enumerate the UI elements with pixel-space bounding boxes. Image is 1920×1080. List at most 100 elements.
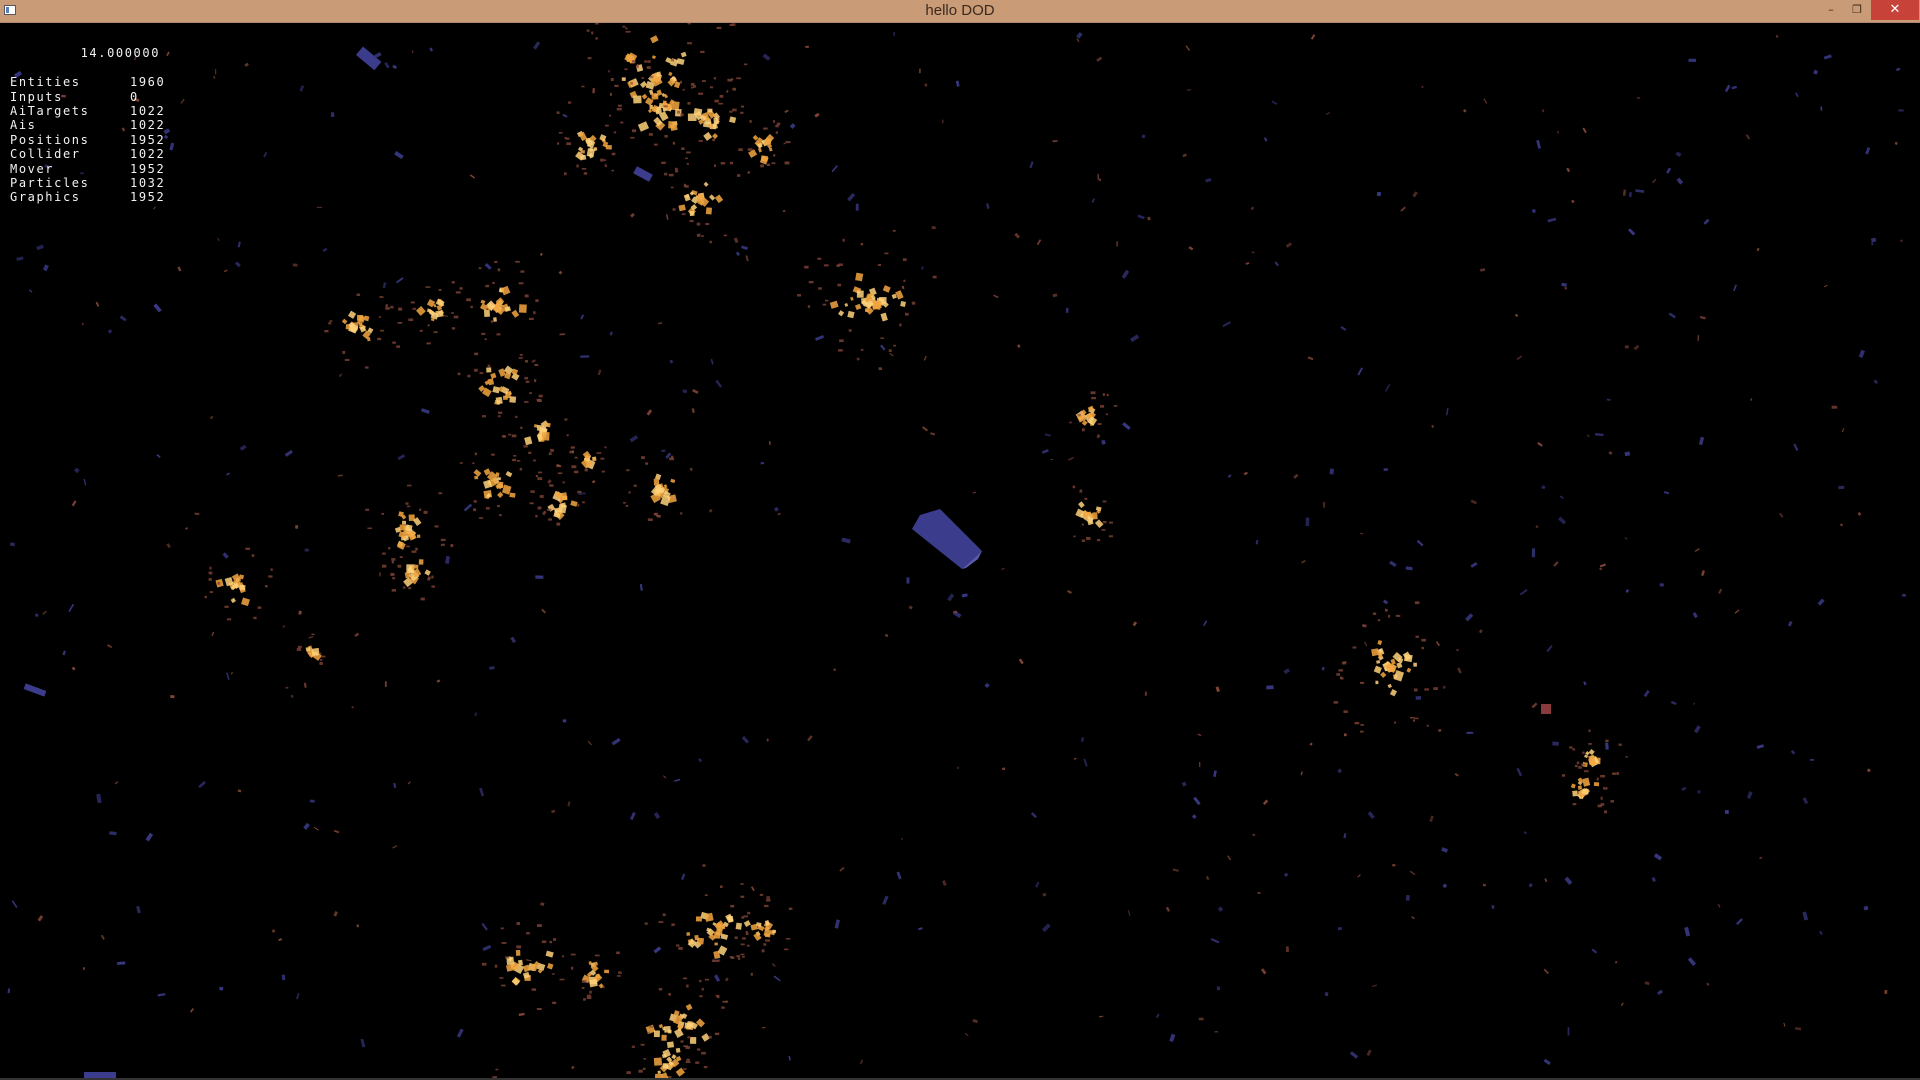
explosion-particle (723, 234, 728, 237)
explosion-particle (704, 978, 710, 981)
debris-fragment (153, 206, 156, 210)
explosion-particle (611, 169, 614, 172)
debris-fragment (592, 88, 595, 94)
debris-fragment (1431, 424, 1435, 428)
stat-value: 1022 (130, 118, 166, 133)
debris-fragment (1266, 685, 1274, 690)
explosion-particle (217, 581, 220, 584)
explosion-particle (496, 333, 501, 336)
explosion-particle (626, 469, 630, 472)
explosion-particle (690, 86, 694, 89)
explosion-particle (644, 922, 648, 925)
restore-icon[interactable]: ❐ (1844, 0, 1870, 20)
explosion-particle (1618, 743, 1622, 746)
debris-fragment (918, 927, 923, 931)
explosion-particle (390, 305, 394, 309)
debris-fragment (1250, 206, 1255, 211)
explosion-particle (494, 260, 498, 263)
debris-fragment (953, 610, 958, 614)
explosion-particle (296, 647, 302, 651)
explosion-particle (638, 1069, 643, 1073)
debris-fragment (272, 929, 275, 933)
explosion-particle (860, 243, 864, 246)
debris-fragment (1582, 127, 1587, 134)
explosion-particle (257, 606, 262, 609)
explosion-particle (451, 327, 456, 330)
explosion-particle (582, 501, 585, 504)
debris-fragment (1185, 45, 1191, 52)
explosion-particle (1069, 421, 1072, 424)
explosion-particle (1600, 803, 1605, 806)
explosion-particle (382, 552, 386, 555)
debris-fragment (1697, 335, 1699, 342)
explosion-particle (356, 314, 364, 321)
stat-label: Mover (10, 161, 55, 176)
explosion-particle (839, 339, 844, 343)
explosion-particle (484, 338, 488, 340)
debris-fragment (542, 510, 547, 516)
explosion-particle (1572, 748, 1576, 751)
debris-fragment (1337, 926, 1342, 931)
debris-fragment (1706, 982, 1710, 986)
debris-fragment (1531, 548, 1536, 558)
explosion-particle (609, 92, 612, 96)
explosion-particle (512, 458, 516, 462)
explosion-particle (485, 507, 490, 510)
debris-fragment (1429, 815, 1434, 823)
enemy-marker (1541, 704, 1551, 714)
explosion-particle (1102, 393, 1105, 396)
explosion-particle (492, 281, 495, 285)
explosion-particle (467, 374, 471, 378)
debris-fragment (1389, 560, 1397, 567)
close-icon[interactable]: ✕ (1871, 0, 1919, 20)
explosion-particle (528, 451, 532, 454)
debris-fragment (239, 444, 247, 451)
explosion-particle (668, 993, 672, 996)
debris-fragment (189, 1008, 194, 1013)
debris-fragment (1310, 34, 1316, 40)
explosion-particle (519, 467, 523, 471)
debris-fragment (1894, 141, 1898, 146)
debris-fragment (1357, 874, 1361, 878)
debris-fragment (1263, 137, 1268, 142)
debris-fragment (1076, 31, 1083, 39)
debris-fragment (1243, 471, 1248, 476)
debris-fragment (1537, 441, 1543, 447)
explosion-particle (402, 586, 406, 589)
explosion-particle (642, 1067, 646, 1071)
explosion-particle (392, 577, 396, 580)
explosion-particle (328, 322, 332, 325)
explosion-particle (1414, 717, 1419, 720)
explosion-particle (586, 29, 590, 32)
debris-fragment (153, 303, 162, 313)
debris-fragment (119, 315, 127, 322)
explosion-particle (1091, 397, 1097, 400)
explosion-particle (538, 394, 543, 398)
debris-fragment (1687, 957, 1697, 966)
debris-fragment (1205, 178, 1212, 183)
explosion-particle (1610, 800, 1614, 803)
explosion-particle (651, 55, 656, 60)
debris-fragment (456, 1028, 464, 1038)
debris-fragment (535, 575, 544, 579)
game-viewport[interactable]: 14.000000 Entities 1960 Inputs 0 AiTargets 10… (0, 23, 1920, 1080)
explosion-particle (547, 963, 554, 970)
debris-fragment (1736, 918, 1743, 926)
explosion-particle (788, 907, 793, 910)
debris-fragment (1823, 54, 1832, 60)
minimize-icon[interactable]: – (1818, 0, 1844, 20)
debris-fragment (479, 787, 485, 797)
explosion-particle (1371, 648, 1380, 657)
title-bar[interactable]: hello DOD – ❐ ✕ (0, 0, 1920, 23)
explosion-particle (1582, 751, 1585, 754)
explosion-particle (633, 95, 642, 104)
debris-fragment (1731, 85, 1738, 90)
explosion-particle (1377, 639, 1383, 646)
explosion-particle (245, 547, 251, 550)
debris-fragment (1688, 58, 1697, 62)
explosion-particle (761, 949, 765, 953)
debris-fragment (1205, 875, 1210, 881)
explosion-particle (581, 85, 585, 88)
explosion-particle (626, 1071, 631, 1075)
debris-fragment (83, 478, 87, 486)
